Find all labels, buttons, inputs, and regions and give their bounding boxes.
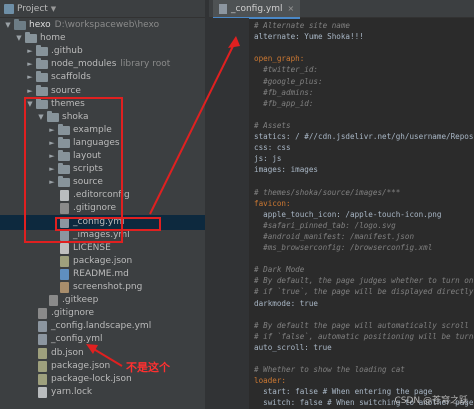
tree-item-text: LICENSE bbox=[73, 242, 111, 253]
code-line: # if `false`, automatic positioning will… bbox=[254, 331, 474, 341]
project-panel-header[interactable]: Project ▼ bbox=[0, 0, 205, 18]
code-line: #google_plus: bbox=[254, 76, 323, 86]
close-icon[interactable]: × bbox=[288, 4, 295, 13]
tree-item-label: yarn.lock bbox=[51, 385, 92, 400]
code-line: # Whether to show the loading cat bbox=[254, 365, 405, 375]
tab-config-yml[interactable]: _config.yml × bbox=[213, 0, 301, 19]
folder-icon bbox=[36, 71, 48, 83]
folder-icon bbox=[36, 45, 48, 57]
code-line: #safari_pinned_tab: /logo.svg bbox=[254, 220, 396, 230]
json-file-icon bbox=[38, 360, 47, 372]
code-line: darkmode: true bbox=[254, 298, 319, 308]
file-icon bbox=[60, 242, 69, 254]
tree-item-text: yarn.lock bbox=[51, 386, 93, 397]
lock-file-icon bbox=[38, 386, 47, 398]
tree-item-text: hexo bbox=[29, 20, 51, 30]
tree-item-text: .github bbox=[51, 46, 83, 57]
tree-item-text: node_modules bbox=[51, 59, 117, 70]
file-icon bbox=[49, 295, 58, 307]
code-line: alternate: Yume Shoka!!! bbox=[254, 32, 364, 42]
code-line: statics: / #//cdn.jsdelivr.net/gh/userna… bbox=[254, 132, 474, 141]
tree-item-hint: D:\workspaceweb\hexo bbox=[54, 20, 160, 30]
line-gutter bbox=[209, 18, 249, 409]
code-line: auto_scroll: true bbox=[254, 342, 332, 352]
tree-item-text: README.md bbox=[73, 268, 129, 279]
image-file-icon bbox=[60, 282, 69, 293]
annotation-box-config bbox=[55, 217, 161, 231]
folder-icon bbox=[14, 19, 26, 30]
yaml-file-icon bbox=[38, 334, 47, 346]
yaml-file-icon bbox=[38, 321, 47, 333]
tree-item-text: package.json bbox=[51, 360, 111, 371]
code-line: css: css bbox=[254, 143, 291, 153]
tree-item-text: scaffolds bbox=[51, 72, 91, 83]
code-line: # By default the page will automatically… bbox=[254, 320, 474, 330]
code-editor[interactable]: # Alternate site name alternate: Yume Sho… bbox=[252, 18, 474, 409]
code-line: js: js bbox=[254, 154, 282, 164]
code-line: #fb_admins: bbox=[254, 87, 314, 97]
project-panel-title: Project bbox=[17, 3, 48, 14]
markdown-file-icon bbox=[60, 268, 69, 280]
tree-item-hint: library root bbox=[120, 59, 171, 70]
tree-item-text: .gitkeep bbox=[62, 295, 99, 306]
code-line: # themes/shoka/source/images/*** bbox=[254, 187, 401, 197]
tree-item-text: screenshot.png bbox=[73, 282, 143, 292]
code-line: open_graph: bbox=[254, 54, 305, 64]
folder-icon bbox=[36, 58, 48, 70]
code-line: favicon: bbox=[254, 198, 291, 208]
folder-icon bbox=[36, 84, 48, 96]
code-line: apple_touch_icon: /apple-touch-icon.png bbox=[254, 209, 442, 219]
code-line: # Assets bbox=[254, 120, 291, 130]
code-line: # if `true`, the page will be displayed … bbox=[254, 287, 474, 297]
code-line: images: images bbox=[254, 165, 319, 175]
code-line: #ms_browserconfig: /browserconfig.xml bbox=[254, 243, 433, 252]
json-file-icon bbox=[60, 255, 69, 267]
tree-item-text: package-lock.json bbox=[51, 373, 132, 384]
code-line: #android_manifest: /manifest.json bbox=[254, 231, 415, 241]
tree-item-text: _config.landscape.yml bbox=[51, 321, 152, 332]
json-file-icon bbox=[38, 373, 47, 385]
watermark: CSDN @苍穹之跃 bbox=[394, 396, 468, 406]
code-line: loader: bbox=[254, 376, 287, 386]
code-line: #twitter_id: bbox=[254, 65, 319, 75]
project-icon bbox=[4, 3, 14, 14]
annotation-label: 不是这个 bbox=[126, 361, 170, 374]
code-line: # Dark Mode bbox=[254, 265, 305, 275]
tree-item-text: db.json bbox=[51, 347, 84, 358]
tree-item-text: .gitignore bbox=[51, 308, 95, 319]
tree-item-text: source bbox=[51, 85, 81, 96]
chevron-down-icon[interactable]: ▼ bbox=[51, 5, 56, 13]
code-line: #fb_app_id: bbox=[254, 98, 314, 108]
tree-item-text: home bbox=[40, 33, 66, 44]
file-icon bbox=[38, 308, 47, 320]
json-file-icon bbox=[38, 347, 47, 359]
tree-item-text: _config.yml bbox=[51, 334, 103, 345]
tree-item[interactable]: yarn.lock bbox=[0, 385, 205, 400]
editor-tab-bar: _config.yml × bbox=[209, 0, 474, 19]
folder-icon bbox=[25, 32, 37, 44]
code-line: # By default, the page judges whether to… bbox=[254, 276, 474, 286]
tab-label: _config.yml bbox=[231, 3, 283, 14]
tree-item-text: package.json bbox=[73, 255, 133, 266]
yaml-file-icon bbox=[219, 3, 227, 14]
code-line: # Alternate site name bbox=[254, 21, 351, 30]
